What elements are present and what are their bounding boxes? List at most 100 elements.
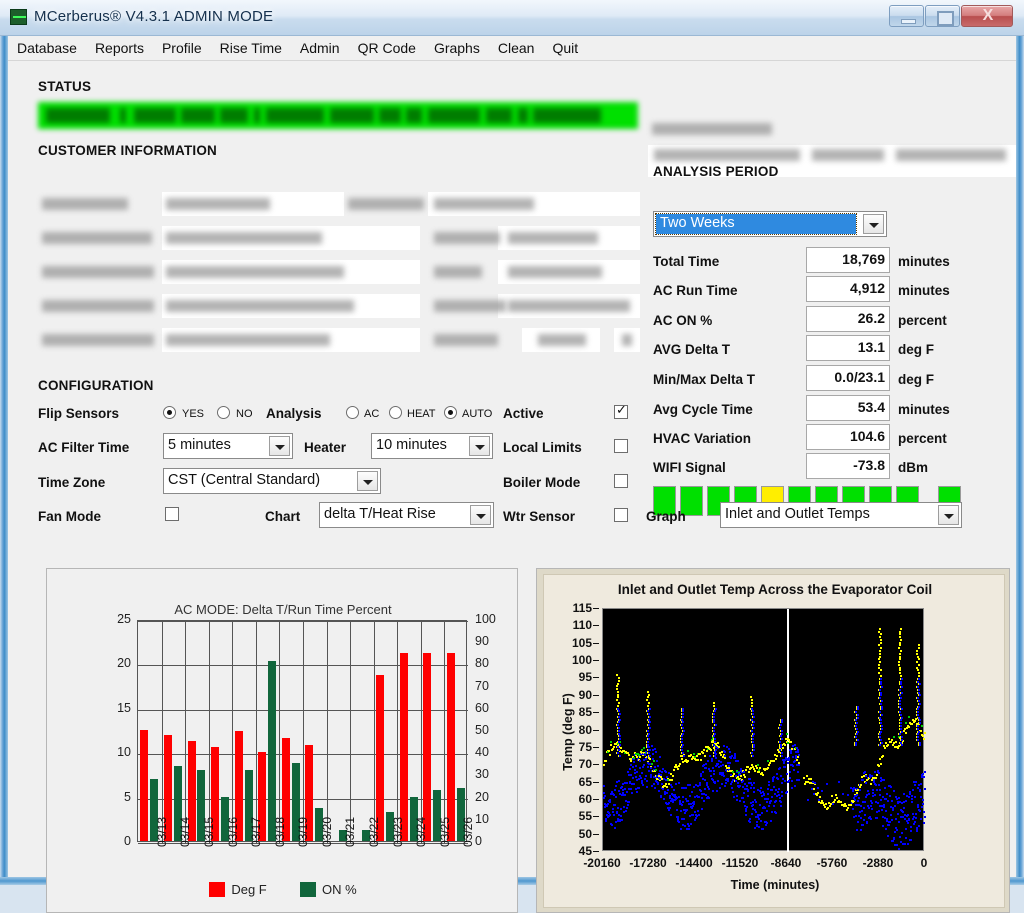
menu-item-admin[interactable]: Admin — [291, 36, 349, 60]
chevron-down-icon[interactable] — [470, 505, 491, 525]
data-point — [761, 812, 763, 814]
menu-item-reports[interactable]: Reports — [86, 36, 153, 60]
chevron-down-icon[interactable] — [357, 471, 378, 491]
data-point — [910, 839, 912, 841]
chevron-down-icon[interactable] — [863, 214, 884, 234]
menu-item-graphs[interactable]: Graphs — [425, 36, 489, 60]
flip-sensors-radio-yes[interactable] — [163, 406, 176, 419]
data-point — [723, 775, 725, 777]
metric-unit-ac-on-percent: percent — [898, 313, 947, 328]
data-point — [771, 796, 773, 798]
data-point — [713, 770, 715, 772]
data-point — [732, 775, 734, 777]
data-point — [894, 831, 896, 833]
data-point — [626, 807, 628, 809]
gridline-vertical — [374, 621, 375, 843]
data-point — [617, 696, 619, 698]
data-point — [896, 829, 898, 831]
data-point — [911, 795, 913, 797]
data-point — [694, 811, 696, 813]
menu-item-qr-code[interactable]: QR Code — [349, 36, 425, 60]
boiler-mode-checkbox[interactable] — [614, 474, 628, 488]
data-point — [736, 795, 738, 797]
boiler-mode-label: Boiler Mode — [503, 475, 580, 490]
menu-item-clean[interactable]: Clean — [489, 36, 544, 60]
data-point — [618, 730, 620, 732]
analysis-mode-radio-auto[interactable] — [444, 406, 457, 419]
data-point — [879, 697, 881, 699]
y-axis-tick-left: 0 — [99, 834, 131, 848]
data-point — [649, 727, 651, 729]
data-point — [739, 800, 741, 802]
data-point — [695, 817, 697, 819]
data-point — [880, 675, 882, 677]
data-point — [922, 803, 924, 805]
bar-deg-f — [400, 653, 408, 841]
data-point — [884, 787, 886, 789]
data-point — [617, 807, 619, 809]
data-point — [740, 775, 742, 777]
active-checkbox[interactable] — [614, 405, 628, 419]
bar-deg-f — [423, 653, 431, 841]
x-axis-tick: 03/23 — [391, 817, 405, 847]
flip-sensors-radio-no[interactable] — [217, 406, 230, 419]
data-point — [798, 764, 800, 766]
data-point — [880, 647, 882, 649]
data-point — [654, 766, 656, 768]
menu-item-rise-time[interactable]: Rise Time — [211, 36, 291, 60]
data-point — [713, 773, 715, 775]
data-point — [899, 667, 901, 669]
data-point — [618, 733, 620, 735]
data-point — [918, 672, 920, 674]
data-point — [654, 787, 656, 789]
data-point — [768, 784, 770, 786]
maximize-button[interactable] — [925, 5, 960, 27]
chevron-down-icon[interactable] — [469, 436, 490, 456]
temp-y-axis-tick: 100 — [550, 653, 592, 667]
close-button[interactable]: X — [961, 5, 1013, 27]
data-point — [919, 719, 921, 721]
data-point — [855, 815, 857, 817]
data-point — [639, 767, 641, 769]
analysis-mode-radio-ac[interactable] — [346, 406, 359, 419]
local-limits-checkbox[interactable] — [614, 439, 628, 453]
data-point — [857, 800, 859, 802]
data-point — [712, 790, 714, 792]
data-point — [629, 768, 631, 770]
fan-mode-checkbox[interactable] — [165, 507, 179, 521]
analysis-mode-radio-heat[interactable] — [389, 406, 402, 419]
data-point — [621, 819, 623, 821]
data-point — [623, 806, 625, 808]
data-point — [908, 819, 910, 821]
data-point — [751, 730, 753, 732]
data-point — [682, 708, 684, 710]
data-point — [918, 658, 920, 660]
wtr-sensor-checkbox[interactable] — [614, 508, 628, 522]
time-x-axis-tick: -5760 — [817, 856, 848, 870]
chevron-down-icon[interactable] — [269, 436, 290, 456]
data-point — [754, 827, 756, 829]
ac-filter-time-select[interactable]: 5 minutes — [163, 433, 293, 459]
x-axis-tick: 03/15 — [202, 817, 216, 847]
minimize-button[interactable] — [889, 5, 924, 27]
data-point — [753, 749, 755, 751]
menu-item-quit[interactable]: Quit — [543, 36, 587, 60]
heater-select[interactable]: 10 minutes — [371, 433, 493, 459]
data-point — [751, 719, 753, 721]
data-point — [680, 828, 682, 830]
data-point — [682, 727, 684, 729]
data-point — [612, 808, 614, 810]
analysis-period-select[interactable]: Two Weeks — [653, 211, 887, 237]
content-area: STATUS CUSTOMER INFORMATION — [8, 61, 1016, 877]
data-point — [708, 788, 710, 790]
chart-select[interactable]: delta T/Heat Rise — [319, 502, 494, 528]
graph-select[interactable]: Inlet and Outlet Temps — [720, 502, 962, 528]
menu-item-database[interactable]: Database — [8, 36, 86, 60]
menu-item-profile[interactable]: Profile — [153, 36, 211, 60]
data-point — [638, 787, 640, 789]
data-point — [880, 692, 882, 694]
chevron-down-icon[interactable] — [938, 505, 959, 525]
data-point — [780, 805, 782, 807]
data-point — [708, 797, 710, 799]
time-zone-select[interactable]: CST (Central Standard) — [163, 468, 381, 494]
